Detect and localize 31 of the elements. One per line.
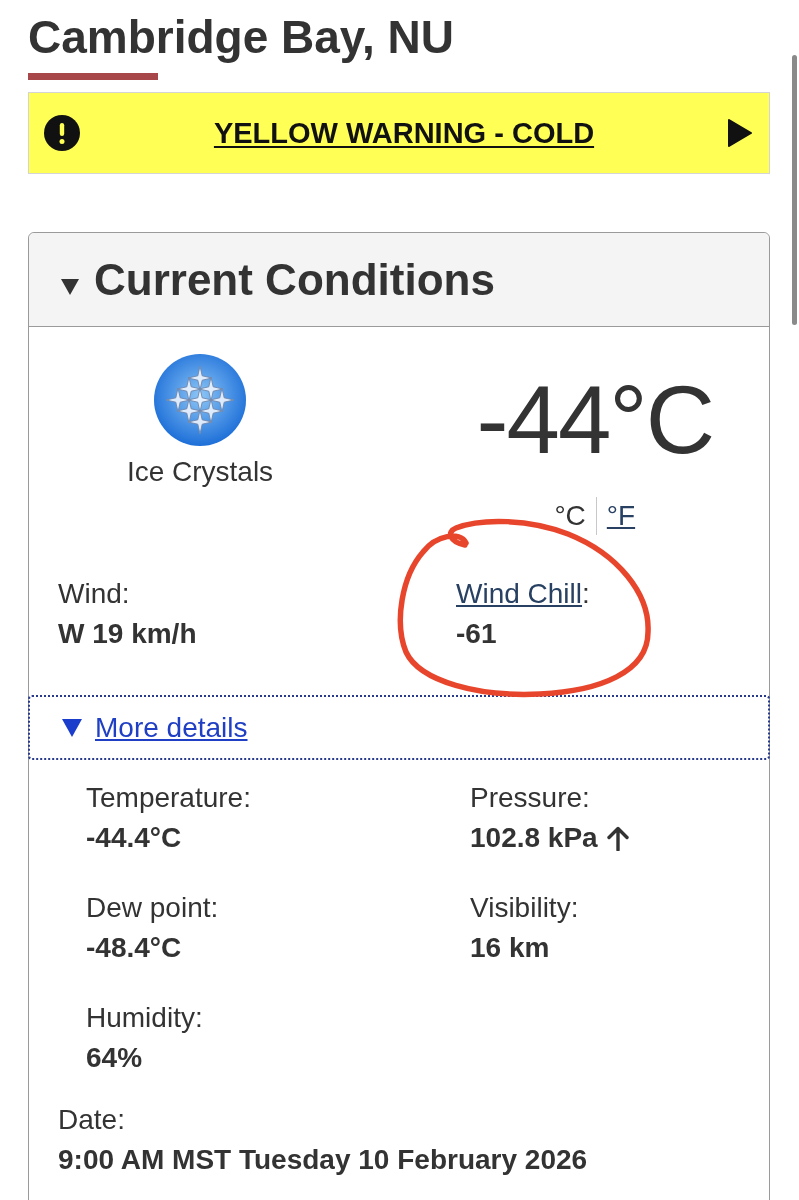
ice-crystals-icon — [154, 354, 246, 446]
detail-label: Visibility: — [470, 891, 579, 925]
date-value: 9:00 AM MST Tuesday 10 February 2026 — [58, 1143, 588, 1177]
page-title: Cambridge Bay, NU — [28, 10, 456, 65]
unit-link[interactable]: °F — [606, 500, 636, 532]
scrollbar-thumb[interactable] — [792, 55, 797, 325]
detail-label: Pressure: — [470, 781, 590, 815]
detail-value: 16 km — [470, 931, 550, 965]
condition-label: Ice Crystals — [126, 456, 274, 488]
detail-value: -48.4°C — [86, 931, 182, 965]
section-title: Current Conditions — [94, 254, 495, 305]
detail-label: Temperature: — [86, 781, 251, 815]
detail-label: Humidity: — [86, 1001, 203, 1035]
section-header[interactable]: Current Conditions — [29, 233, 769, 327]
temperature-reading: -44°C — [476, 372, 713, 468]
stat-label: Wind: — [58, 577, 130, 611]
warning-link[interactable]: YELLOW WARNING - COLD — [80, 116, 728, 150]
detail-value: 102.8 kPa — [470, 821, 598, 855]
more-details-link[interactable]: More details — [95, 711, 248, 744]
stat-value: -61 — [456, 617, 497, 651]
exclamation-icon — [44, 115, 80, 151]
detail-label: Dew point: — [86, 891, 219, 925]
detail-value: -44.4°C — [86, 821, 182, 855]
unit-label: °C — [554, 500, 586, 532]
date-label: Date: — [58, 1103, 125, 1137]
glossary-link[interactable]: Wind Chill — [456, 578, 583, 609]
stat-label: Wind Chill: — [456, 577, 590, 611]
detail-value: 64% — [86, 1041, 143, 1075]
play-icon — [728, 119, 752, 147]
stat-value: W 19 km/h — [58, 617, 197, 651]
details-toggle-bar[interactable]: More details — [28, 695, 770, 760]
